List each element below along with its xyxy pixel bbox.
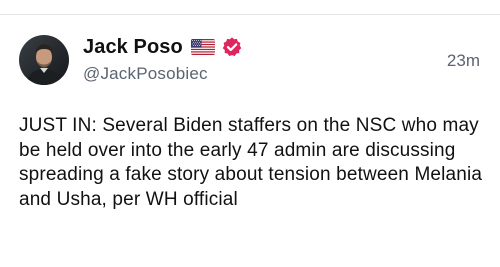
divider [0,14,500,15]
post-card[interactable]: Jack Poso @JackPosobiec 23m JUST IN: Sev… [0,0,500,267]
author-handle[interactable]: @JackPosobiec [83,64,208,84]
author-line: Jack Poso [83,33,243,61]
verified-badge-icon [221,36,243,58]
post-timestamp[interactable]: 23m [447,51,480,71]
display-name[interactable]: Jack Poso [83,36,183,59]
us-flag-icon [190,39,215,55]
avatar[interactable] [19,35,69,85]
avatar-image [19,35,69,85]
post-text: JUST IN: Several Biden staffers on the N… [19,115,483,210]
